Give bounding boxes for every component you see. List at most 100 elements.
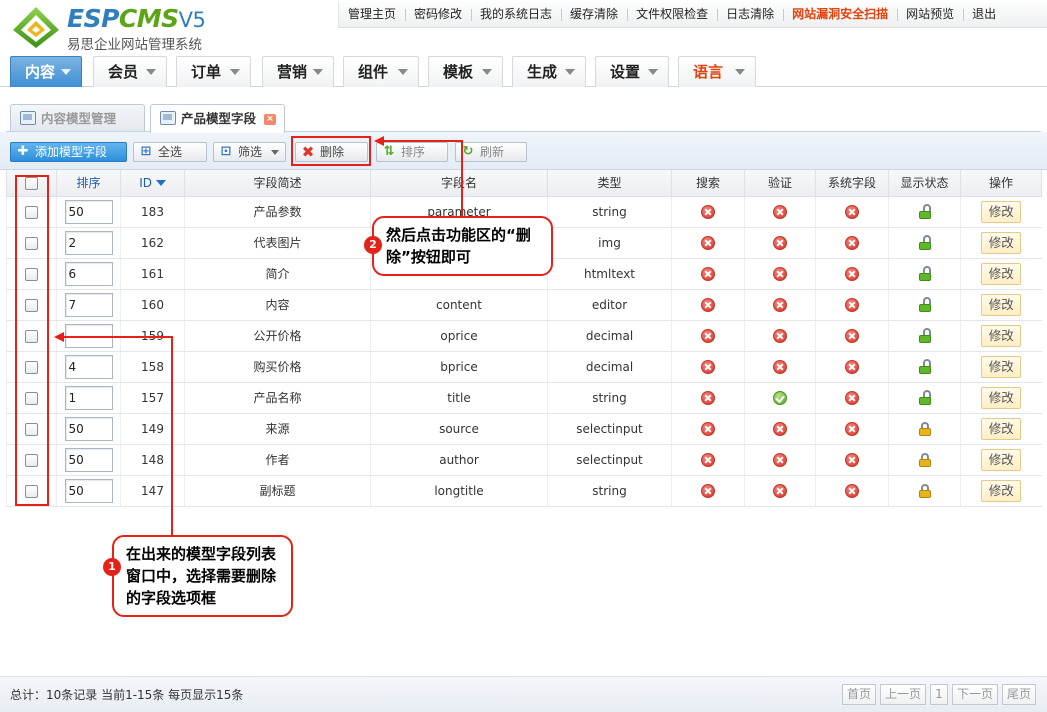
last-page-button[interactable]: 尾页	[1002, 684, 1036, 705]
cross-icon[interactable]	[773, 483, 787, 498]
header-sort[interactable]: 排序	[56, 170, 121, 197]
unlock-icon[interactable]	[918, 358, 931, 374]
unlock-icon[interactable]	[918, 265, 931, 281]
page-number-button[interactable]: 1	[930, 684, 948, 705]
close-icon[interactable]: ×	[264, 114, 276, 125]
nav-item-4[interactable]: 组件	[343, 56, 419, 87]
next-page-button[interactable]: 下一页	[952, 684, 998, 705]
cross-icon[interactable]	[701, 452, 715, 467]
cross-icon[interactable]	[773, 204, 787, 219]
top-link-6[interactable]: 网站漏洞安全扫描	[783, 2, 897, 28]
edit-button[interactable]: 修改	[981, 355, 1022, 378]
desc-cell: 购买价格	[184, 351, 371, 383]
system-cell	[815, 289, 889, 321]
lock-icon[interactable]	[918, 483, 931, 498]
system-cell	[815, 351, 889, 383]
cross-icon[interactable]	[701, 359, 715, 374]
top-link-5[interactable]: 日志清除	[717, 2, 783, 28]
cross-icon[interactable]	[773, 235, 787, 250]
edit-button[interactable]: 修改	[981, 417, 1022, 440]
prev-page-button[interactable]: 上一页	[880, 684, 926, 705]
cross-icon[interactable]	[701, 421, 715, 436]
cross-icon[interactable]	[701, 483, 715, 498]
desc-cell: 副标题	[184, 475, 371, 507]
unlock-icon[interactable]	[918, 327, 931, 343]
tab-content-model-manage[interactable]: 内容模型管理	[10, 104, 145, 132]
header-validate: 验证	[744, 170, 816, 197]
cross-icon[interactable]	[773, 421, 787, 436]
nav-item-5[interactable]: 模板	[428, 56, 503, 87]
edit-button[interactable]: 修改	[981, 386, 1022, 409]
unlock-icon[interactable]	[918, 296, 931, 312]
cross-icon[interactable]	[845, 359, 859, 374]
cross-icon[interactable]	[701, 297, 715, 312]
top-link-3[interactable]: 缓存清除	[561, 2, 627, 28]
cross-icon[interactable]	[845, 297, 859, 312]
edit-button[interactable]: 修改	[981, 324, 1022, 347]
cross-icon[interactable]	[845, 328, 859, 343]
cross-icon[interactable]	[773, 297, 787, 312]
cross-icon[interactable]	[773, 452, 787, 467]
cross-icon[interactable]	[845, 266, 859, 281]
cross-icon[interactable]	[773, 328, 787, 343]
cross-icon[interactable]	[701, 204, 715, 219]
top-link-4[interactable]: 文件权限检查	[627, 2, 717, 28]
field-name-cell: source	[370, 413, 548, 445]
tab-product-model-fields[interactable]: 产品模型字段 ×	[150, 104, 285, 133]
check-icon[interactable]	[773, 390, 787, 405]
select-all-label: 全选	[158, 145, 183, 159]
sort-order-input[interactable]	[64, 354, 113, 379]
edit-button[interactable]: 修改	[981, 448, 1022, 471]
sort-order-input[interactable]	[64, 385, 113, 410]
sort-order-input[interactable]	[64, 199, 113, 224]
top-link-1[interactable]: 密码修改	[405, 2, 471, 28]
cross-icon[interactable]	[701, 235, 715, 250]
edit-button[interactable]: 修改	[981, 293, 1022, 316]
cross-icon[interactable]	[845, 204, 859, 219]
lock-icon[interactable]	[918, 421, 931, 436]
refresh-button[interactable]: ↻ 刷新	[455, 142, 527, 162]
top-link-8[interactable]: 退出	[963, 2, 1005, 28]
cross-icon[interactable]	[845, 390, 859, 405]
cross-icon[interactable]	[773, 359, 787, 374]
cross-icon[interactable]	[845, 235, 859, 250]
edit-button[interactable]: 修改	[981, 479, 1022, 502]
unlock-icon[interactable]	[918, 234, 931, 250]
cross-icon[interactable]	[845, 483, 859, 498]
sort-order-input[interactable]	[64, 416, 113, 441]
nav-item-0[interactable]: 内容	[10, 56, 82, 87]
top-link-7[interactable]: 网站预览	[897, 2, 963, 28]
sort-order-input[interactable]	[64, 230, 113, 255]
nav-item-1[interactable]: 会员	[93, 56, 167, 87]
unlock-icon[interactable]	[918, 203, 931, 219]
first-page-button[interactable]: 首页	[842, 684, 876, 705]
cross-icon[interactable]	[701, 266, 715, 281]
sort-order-input[interactable]	[64, 292, 113, 317]
cross-icon[interactable]	[701, 328, 715, 343]
sort-order-input[interactable]	[64, 478, 113, 503]
edit-button[interactable]: 修改	[981, 200, 1022, 223]
sort-order-input[interactable]	[64, 447, 113, 472]
nav-item-2[interactable]: 订单	[176, 56, 251, 87]
select-all-button[interactable]: ⊞ 全选	[133, 142, 207, 162]
cross-icon[interactable]	[773, 266, 787, 281]
cross-icon[interactable]	[845, 421, 859, 436]
nav-item-6[interactable]: 生成	[512, 56, 586, 87]
edit-button[interactable]: 修改	[981, 231, 1022, 254]
cross-icon[interactable]	[701, 390, 715, 405]
cross-icon[interactable]	[845, 452, 859, 467]
filter-dropdown-button[interactable]: ⊡ 筛选	[213, 142, 286, 162]
sort-order-input[interactable]	[64, 323, 113, 348]
top-link-0[interactable]: 管理主页	[339, 2, 405, 28]
nav-item-7[interactable]: 设置	[595, 56, 669, 87]
unlock-icon[interactable]	[918, 389, 931, 405]
top-link-2[interactable]: 我的系统日志	[471, 2, 561, 28]
sort-button[interactable]: ⇅ 排序	[376, 142, 448, 162]
edit-button[interactable]: 修改	[981, 262, 1022, 285]
header-id[interactable]: ID	[120, 170, 185, 197]
nav-item-8[interactable]: 语言	[678, 56, 756, 87]
lock-icon[interactable]	[918, 452, 931, 467]
nav-item-3[interactable]: 营销	[262, 56, 334, 87]
add-field-button[interactable]: ✚ 添加模型字段	[10, 142, 127, 162]
sort-order-input[interactable]	[64, 261, 113, 286]
